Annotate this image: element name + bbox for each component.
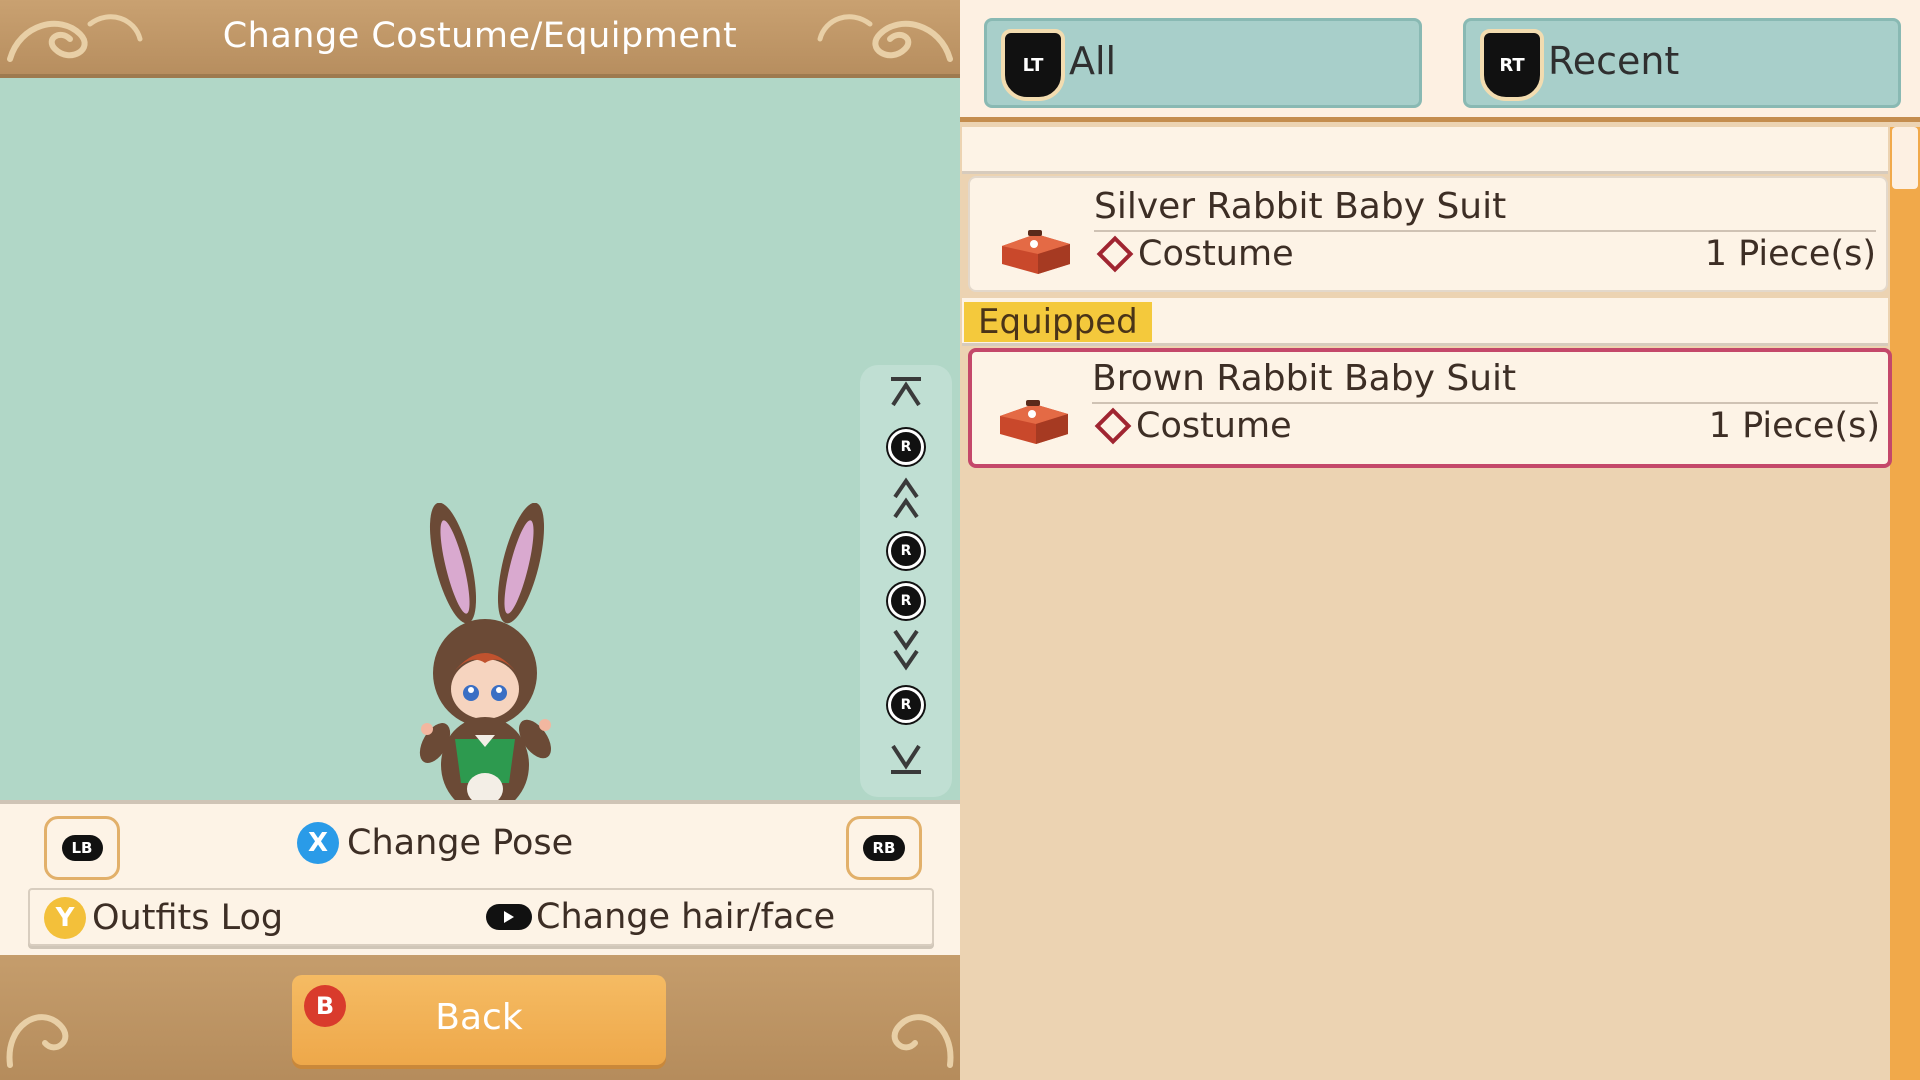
rb-button[interactable]: RB [846,816,922,880]
x-button-icon: X [297,822,339,864]
tab-recent-label: Recent [1548,39,1680,83]
zoom-out-icon[interactable] [860,627,952,671]
view-button-icon [486,904,532,930]
outfits-log-button[interactable]: Y Outfits Log [44,897,283,939]
rt-button-icon: RT [1480,29,1544,101]
y-button-icon: Y [44,897,86,939]
zoom-in-icon[interactable] [860,477,952,521]
item-name: Silver Rabbit Baby Suit [1094,186,1507,227]
scrollbar-thumb[interactable] [1892,127,1918,189]
change-pose-button[interactable]: X Change Pose [297,822,573,864]
stick-up-icon[interactable]: R [860,429,952,465]
list-header-row [962,127,1888,174]
list-item[interactable]: Silver Rabbit Baby Suit Costume 1 Piece(… [968,176,1888,292]
character-model [419,503,551,829]
stick-right-icon[interactable]: R [860,583,952,619]
item-name: Brown Rabbit Baby Suit [1092,358,1517,399]
outfits-row: Y Outfits Log Change hair/face [28,888,934,946]
ornament-bottom-right-icon [891,1014,954,1068]
outfits-log-label: Outfits Log [92,898,284,938]
back-button[interactable]: B Back [292,975,666,1065]
tab-all[interactable]: LT All [984,18,1422,108]
costume-case-icon [1000,400,1068,444]
tab-recent[interactable]: RT Recent [1463,18,1901,108]
item-category: Costume [1096,234,1294,274]
character-preview[interactable] [0,78,960,829]
equipped-badge: Equipped [964,302,1152,342]
list-item-selected[interactable]: Brown Rabbit Baby Suit Costume 1 Piece(s… [968,348,1892,468]
category-diamond-icon [1096,235,1134,273]
filter-bar: LT All RT Recent [960,0,1920,122]
change-hair-face-button[interactable]: Change hair/face [486,897,835,937]
change-pose-label: Change Pose [347,823,574,863]
equipped-section: Equipped [962,298,1888,346]
back-label: Back [435,997,523,1038]
scrollbar[interactable] [1890,127,1920,1080]
zoom-max-out-icon[interactable] [860,740,952,776]
ornament-bottom-left-icon [6,1014,69,1068]
camera-controls: R R R R [860,365,952,797]
title-bar: Change Costume/Equipment [0,0,960,78]
item-quantity: 1 Piece(s) [1708,406,1880,446]
divider [1092,402,1878,404]
item-category: Costume [1094,406,1292,446]
ornament-right-icon [817,14,953,62]
lt-button-icon: LT [1001,29,1065,101]
costume-case-icon [1002,230,1070,274]
category-diamond-icon [1094,407,1132,445]
tab-all-label: All [1069,39,1117,83]
stick-down-icon[interactable]: R [860,687,952,723]
zoom-max-in-icon[interactable] [860,375,952,411]
divider [1094,230,1876,232]
item-quantity: 1 Piece(s) [1704,234,1876,274]
lb-button[interactable]: LB [44,816,120,880]
stick-left-icon[interactable]: R [860,533,952,569]
change-hair-face-label: Change hair/face [536,897,836,937]
